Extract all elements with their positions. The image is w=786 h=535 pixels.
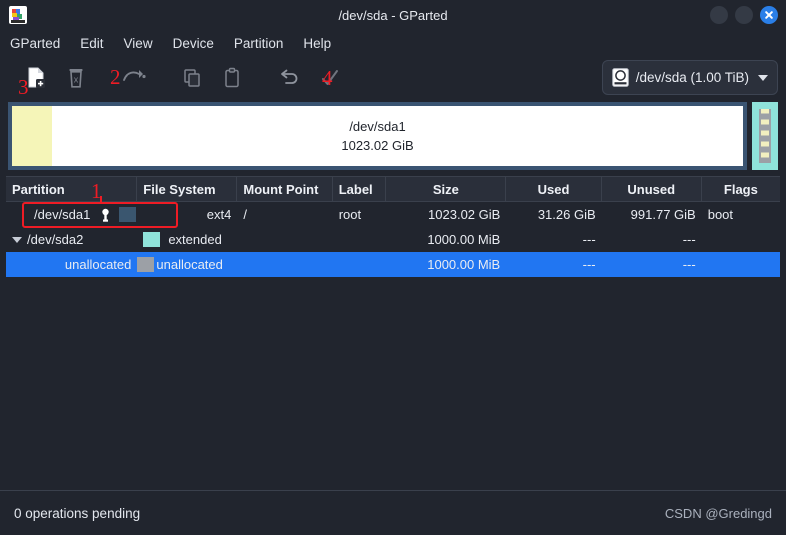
table-row[interactable]: unallocated unallocated 1000.00 MiB --- … <box>6 252 780 277</box>
watermark-text: CSDN @Gredingd <box>664 505 772 521</box>
disk-partition-sda1[interactable]: /dev/sda1 1023.02 GiB <box>8 102 747 170</box>
filesystem-color-swatch <box>143 232 161 247</box>
status-bar: 0 operations pending CSDN @Gredingd <box>0 490 786 535</box>
size-cell: 1000.00 MiB <box>427 232 501 247</box>
filesystem-cell: extended <box>137 232 237 247</box>
copy-icon <box>184 69 200 87</box>
column-header-used[interactable]: Used <box>506 177 602 201</box>
new-document-icon <box>28 67 45 88</box>
label-cell: root <box>338 207 362 222</box>
menu-view[interactable]: View <box>124 36 153 51</box>
window-controls <box>710 6 778 24</box>
hard-disk-icon <box>611 68 629 87</box>
menu-device[interactable]: Device <box>173 36 214 51</box>
trash-delete-icon: x <box>69 69 83 88</box>
device-selector[interactable]: /dev/sda (1.00 TiB) <box>601 60 778 95</box>
used-cell: --- <box>582 257 596 272</box>
used-cell: 31.26 GiB <box>537 207 596 222</box>
key-mounted-icon <box>102 208 110 222</box>
menu-help[interactable]: Help <box>303 36 331 51</box>
column-header-unused[interactable]: Unused <box>602 177 702 201</box>
unused-cell: --- <box>682 257 696 272</box>
unused-cell: --- <box>682 232 696 247</box>
partition-cell-sda2[interactable]: /dev/sda2 <box>6 232 137 247</box>
filesystem-cell: unallocated <box>137 257 237 272</box>
column-header-filesystem[interactable]: File System <box>137 177 238 201</box>
svg-text:x: x <box>74 75 79 85</box>
undo-button[interactable] <box>270 61 310 95</box>
filesystem-color-swatch <box>119 207 137 222</box>
new-partition-button[interactable] <box>16 61 56 95</box>
table-body: /dev/sda1 ext4 / root 1023.02 GiB 31.26 … <box>6 202 780 490</box>
filesystem-name: unallocated <box>156 257 223 272</box>
table-header-row: Partition File System Mount Point Label … <box>6 176 780 202</box>
partition-cell-unallocated[interactable]: unallocated <box>6 257 137 272</box>
partition-table: Partition File System Mount Point Label … <box>6 176 780 490</box>
mountpoint-cell: / <box>243 207 247 222</box>
partition-name: /dev/sda1 <box>34 207 91 222</box>
pending-operations-text: 0 operations pending <box>14 505 141 521</box>
partition-name: unallocated <box>64 257 132 272</box>
table-row[interactable]: /dev/sda1 ext4 / root 1023.02 GiB 31.26 … <box>6 202 780 227</box>
menu-edit[interactable]: Edit <box>80 36 103 51</box>
column-header-label[interactable]: Label <box>333 177 387 201</box>
column-header-flags[interactable]: Flags <box>702 177 780 201</box>
undo-arrow-icon <box>281 69 298 84</box>
unallocated-pattern <box>759 109 771 163</box>
filesystem-cell: ext4 <box>206 207 232 222</box>
triangle-down-icon[interactable] <box>12 236 22 243</box>
size-cell: 1023.02 GiB <box>428 207 501 222</box>
apply-button[interactable] <box>310 61 350 95</box>
partition-cell-sda1[interactable]: /dev/sda1 <box>6 207 137 222</box>
window-title: /dev/sda - GParted <box>338 7 448 23</box>
title-bar: /dev/sda - GParted <box>0 0 786 30</box>
filesystem-name: extended <box>168 232 222 247</box>
used-cell: --- <box>582 232 596 247</box>
partition-name: /dev/sda2 <box>27 232 84 247</box>
filesystem-color-swatch <box>137 257 155 272</box>
copy-button[interactable] <box>172 61 212 95</box>
size-cell: 1000.00 MiB <box>427 257 501 272</box>
disk-used-bar <box>12 106 52 166</box>
maximize-button[interactable] <box>735 6 753 24</box>
gparted-logo-icon <box>9 6 27 24</box>
gparted-window: /dev/sda - GParted GParted Edit View Dev… <box>0 0 786 535</box>
toolbar: x /dev/sda (1.00 TiB) <box>0 56 786 100</box>
table-row[interactable]: /dev/sda2 extended 1000.00 MiB --- --- <box>6 227 780 252</box>
unused-cell: 991.77 GiB <box>630 207 696 222</box>
minimize-button[interactable] <box>710 6 728 24</box>
delete-partition-button[interactable]: x <box>56 61 96 95</box>
disk-partition-caption: /dev/sda1 1023.02 GiB <box>341 117 413 155</box>
redo-arrow-icon <box>123 70 146 81</box>
menu-bar: GParted Edit View Device Partition Help <box>0 30 786 56</box>
paste-button[interactable] <box>212 61 252 95</box>
paste-clipboard-icon <box>225 67 239 88</box>
resize-move-button[interactable] <box>114 61 154 95</box>
menu-gparted[interactable]: GParted <box>10 36 60 51</box>
menu-partition[interactable]: Partition <box>234 36 284 51</box>
disk-partition-size: 1023.02 GiB <box>341 138 414 153</box>
chevron-down-icon <box>758 74 768 81</box>
checkmark-apply-icon <box>322 70 338 85</box>
flags-cell: boot <box>707 207 734 222</box>
column-header-mountpoint[interactable]: Mount Point <box>237 177 333 201</box>
device-selector-label: /dev/sda (1.00 TiB) <box>635 70 749 85</box>
disk-graphic: /dev/sda1 1023.02 GiB <box>8 102 778 170</box>
close-button[interactable] <box>760 6 778 24</box>
disk-partition-unallocated[interactable] <box>752 102 778 170</box>
column-header-partition[interactable]: Partition <box>6 177 138 201</box>
column-header-size[interactable]: Size <box>386 177 507 201</box>
disk-partition-name: /dev/sda1 <box>349 119 406 134</box>
